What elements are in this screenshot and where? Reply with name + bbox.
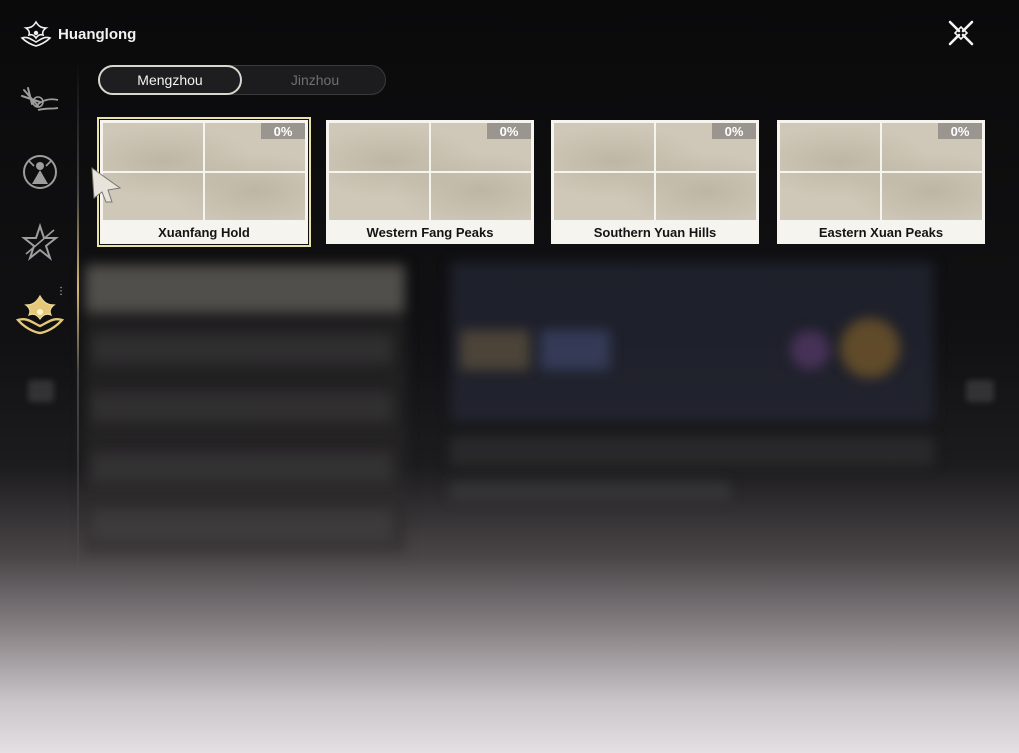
background-reward-item <box>840 318 900 378</box>
background-list-row <box>92 452 392 482</box>
star-emblem-icon <box>21 222 59 261</box>
close-button[interactable] <box>946 18 976 48</box>
background-reward-item <box>460 330 530 370</box>
area-tabs: Mengzhou Jinzhou <box>98 65 386 95</box>
sidebar-item-2[interactable] <box>14 146 66 198</box>
exploration-progress-badge: 0% <box>938 123 982 139</box>
background-list-row <box>92 510 392 540</box>
region-card-southern-yuan-hills[interactable]: 0% Southern Yuan Hills <box>551 120 759 244</box>
region-card-title: Western Fang Peaks <box>366 224 494 240</box>
mouse-cursor-icon <box>91 166 122 203</box>
sidebar-divider <box>77 60 79 580</box>
background-list-row <box>92 392 392 422</box>
tab-jinzhou[interactable]: Jinzhou <box>243 65 387 95</box>
sidebar-item-3[interactable] <box>14 216 66 268</box>
region-card-title: Southern Yuan Hills <box>593 224 717 240</box>
region-card-western-fang-peaks[interactable]: 0% Western Fang Peaks <box>326 120 534 244</box>
next-arrow[interactable] <box>966 380 994 402</box>
sidebar-item-1[interactable] <box>14 76 66 128</box>
close-icon <box>948 20 974 46</box>
swordsman-emblem-icon <box>21 87 59 111</box>
background-reward-item <box>540 330 610 370</box>
exploration-progress-badge: 0% <box>487 123 531 139</box>
background-description <box>450 482 730 500</box>
sidebar-indicator-dots: ⋮ <box>56 286 66 297</box>
region-card-xuanfang-hold[interactable]: 0% Xuanfang Hold <box>97 117 311 247</box>
region-card-title: Xuanfang Hold <box>158 224 250 240</box>
region-card-eastern-xuan-peaks[interactable]: 0% Eastern Xuan Peaks <box>777 120 985 244</box>
background-description <box>450 436 934 466</box>
figure-emblem-icon <box>23 155 57 189</box>
region-title: Huanglong <box>58 25 137 43</box>
tab-mengzhou[interactable]: Mengzhou <box>98 65 242 95</box>
region-card-title: Eastern Xuan Peaks <box>818 224 944 240</box>
huanglong-emblem-icon <box>15 294 65 335</box>
exploration-progress-badge: 0% <box>712 123 756 139</box>
previous-arrow[interactable] <box>28 380 54 402</box>
region-header: Huanglong <box>20 20 136 48</box>
huanglong-emblem-icon <box>20 20 52 48</box>
background-list-row <box>86 266 404 312</box>
exploration-progress-badge: 0% <box>261 123 305 139</box>
background-reward-item <box>790 330 830 370</box>
background-list-row <box>92 334 392 364</box>
